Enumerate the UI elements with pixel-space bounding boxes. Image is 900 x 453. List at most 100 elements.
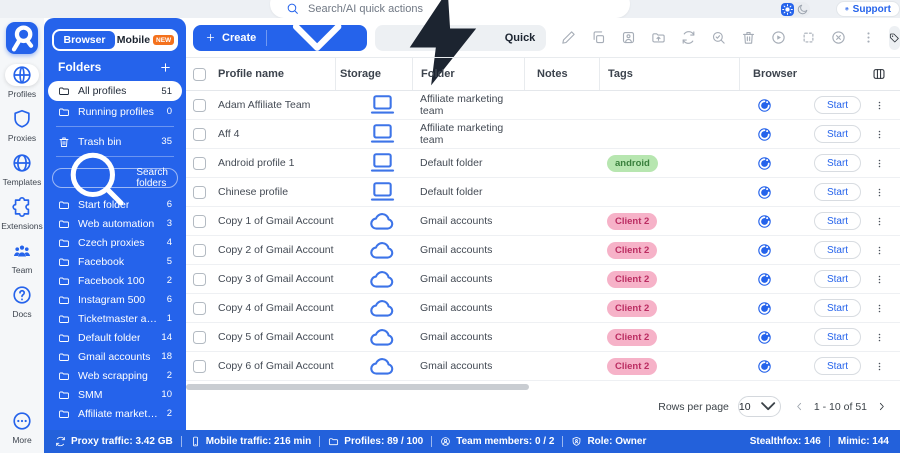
create-button[interactable]: Create bbox=[193, 25, 367, 51]
play-circle-icon[interactable] bbox=[771, 30, 786, 45]
quick-button[interactable]: Quick bbox=[375, 25, 546, 51]
kebab-icon[interactable] bbox=[861, 30, 876, 45]
folder-item[interactable]: Affiliate marketing team2 bbox=[44, 404, 186, 423]
row-checkbox[interactable] bbox=[193, 186, 206, 199]
row-menu-icon[interactable] bbox=[874, 127, 885, 142]
folder-item[interactable]: SMM10 bbox=[44, 385, 186, 404]
folder-item[interactable]: Gmail accounts18 bbox=[44, 347, 186, 366]
table-row[interactable]: Aff 4Affiliate marketing teamStart bbox=[186, 120, 900, 149]
header-storage[interactable]: Storage bbox=[335, 58, 412, 90]
row-menu-icon[interactable] bbox=[874, 272, 885, 287]
start-button[interactable]: Start bbox=[814, 96, 861, 114]
folder-item[interactable]: Web scrapping2 bbox=[44, 366, 186, 385]
copy-icon[interactable] bbox=[591, 30, 606, 45]
folder-item[interactable]: Facebook5 bbox=[44, 252, 186, 271]
refresh-icon[interactable] bbox=[681, 30, 696, 45]
row-checkbox[interactable] bbox=[193, 157, 206, 170]
start-button[interactable]: Start bbox=[814, 212, 861, 230]
row-menu-icon[interactable] bbox=[874, 330, 885, 345]
sidebar-item-more[interactable]: More bbox=[0, 410, 44, 445]
search-status-icon[interactable] bbox=[711, 30, 726, 45]
select-frame-icon[interactable] bbox=[801, 30, 816, 45]
folder-item[interactable]: Facebook 1002 bbox=[44, 271, 186, 290]
start-button[interactable]: Start bbox=[814, 328, 861, 346]
start-button[interactable]: Start bbox=[814, 241, 861, 259]
row-checkbox[interactable] bbox=[193, 331, 206, 344]
sidebar-item-templates[interactable]: Templates bbox=[0, 152, 44, 187]
header-folder[interactable]: Folder bbox=[412, 58, 524, 90]
tag-pill[interactable]: Client 2 bbox=[607, 358, 657, 375]
select-all-checkbox[interactable] bbox=[193, 68, 206, 81]
sidebar-item-docs[interactable]: Docs bbox=[0, 284, 44, 319]
tab-mobile[interactable]: Mobile NEW bbox=[115, 31, 176, 49]
next-page-icon[interactable] bbox=[876, 401, 887, 412]
table-row[interactable]: Copy 5 of Gmail AccountGmail accountsCli… bbox=[186, 323, 900, 352]
folder-move-icon[interactable] bbox=[651, 30, 666, 45]
folder-item[interactable]: Web automation3 bbox=[44, 214, 186, 233]
header-tags[interactable]: Tags bbox=[599, 58, 739, 90]
table-row[interactable]: Adam Affiliate TeamAffiliate marketing t… bbox=[186, 91, 900, 120]
app-logo[interactable] bbox=[6, 22, 38, 54]
table-row[interactable]: Android profile 1Default folderandroidSt… bbox=[186, 149, 900, 178]
tag-pill[interactable]: Client 2 bbox=[607, 242, 657, 259]
manage-tags-button[interactable] bbox=[889, 26, 900, 50]
folder-search-input[interactable]: Search folders bbox=[52, 168, 178, 188]
tag-pill[interactable]: Client 2 bbox=[607, 213, 657, 230]
theme-toggle[interactable] bbox=[780, 2, 810, 17]
row-menu-icon[interactable] bbox=[874, 359, 885, 374]
table-row[interactable]: Copy 2 of Gmail AccountGmail accountsCli… bbox=[186, 236, 900, 265]
dark-theme-button[interactable] bbox=[796, 3, 809, 16]
row-menu-icon[interactable] bbox=[874, 243, 885, 258]
row-checkbox[interactable] bbox=[193, 273, 206, 286]
start-button[interactable]: Start bbox=[814, 183, 861, 201]
row-checkbox[interactable] bbox=[193, 128, 206, 141]
table-row[interactable]: Copy 6 of Gmail AccountGmail accountsCli… bbox=[186, 352, 900, 381]
start-button[interactable]: Start bbox=[814, 125, 861, 143]
sidebar-item-team[interactable]: Team bbox=[0, 240, 44, 275]
row-checkbox[interactable] bbox=[193, 215, 206, 228]
folder-item[interactable]: Running profiles0 bbox=[44, 102, 186, 121]
rows-per-page-select[interactable]: 10 bbox=[738, 396, 781, 417]
tag-pill[interactable]: android bbox=[607, 155, 658, 172]
pencil-icon[interactable] bbox=[561, 30, 576, 45]
sidebar-item-extensions[interactable]: Extensions bbox=[0, 196, 44, 231]
prev-page-icon[interactable] bbox=[794, 401, 805, 412]
table-row[interactable]: Copy 1 of Gmail AccountGmail accountsCli… bbox=[186, 207, 900, 236]
table-row[interactable]: Chinese profileDefault folderStart bbox=[186, 178, 900, 207]
tag-pill[interactable]: Client 2 bbox=[607, 329, 657, 346]
row-menu-icon[interactable] bbox=[874, 98, 885, 113]
header-notes[interactable]: Notes bbox=[524, 58, 599, 90]
sidebar-item-proxies[interactable]: Proxies bbox=[0, 108, 44, 143]
folder-item[interactable]: Instagram 5006 bbox=[44, 290, 186, 309]
start-button[interactable]: Start bbox=[814, 154, 861, 172]
light-theme-button[interactable] bbox=[781, 3, 794, 16]
row-menu-icon[interactable] bbox=[874, 185, 885, 200]
add-folder-icon[interactable] bbox=[159, 61, 172, 74]
row-menu-icon[interactable] bbox=[874, 156, 885, 171]
folder-item[interactable]: Start folder6 bbox=[44, 195, 186, 214]
row-checkbox[interactable] bbox=[193, 360, 206, 373]
trash-icon[interactable] bbox=[741, 30, 756, 45]
start-button[interactable]: Start bbox=[814, 270, 861, 288]
header-profile-name[interactable]: Profile name bbox=[216, 58, 335, 90]
x-circle-icon[interactable] bbox=[831, 30, 846, 45]
row-checkbox[interactable] bbox=[193, 302, 206, 315]
table-row[interactable]: Copy 4 of Gmail AccountGmail accountsCli… bbox=[186, 294, 900, 323]
table-row[interactable]: Copy 3 of Gmail AccountGmail accountsCli… bbox=[186, 265, 900, 294]
folder-item[interactable]: Default folder14 bbox=[44, 328, 186, 347]
sidebar-item-profiles[interactable]: Profiles bbox=[0, 64, 44, 99]
row-checkbox[interactable] bbox=[193, 244, 206, 257]
support-button[interactable]: Support bbox=[836, 1, 900, 17]
folder-item[interactable]: Czech proxies4 bbox=[44, 233, 186, 252]
column-settings-icon[interactable] bbox=[872, 67, 886, 81]
row-menu-icon[interactable] bbox=[874, 214, 885, 229]
row-checkbox[interactable] bbox=[193, 99, 206, 112]
start-button[interactable]: Start bbox=[814, 357, 861, 375]
tag-pill[interactable]: Client 2 bbox=[607, 271, 657, 288]
tab-browser[interactable]: Browser bbox=[54, 31, 115, 49]
copy-profile-icon[interactable] bbox=[621, 30, 636, 45]
folder-item[interactable]: Ticketmaster accounts1 bbox=[44, 309, 186, 328]
tag-pill[interactable]: Client 2 bbox=[607, 300, 657, 317]
start-button[interactable]: Start bbox=[814, 299, 861, 317]
row-menu-icon[interactable] bbox=[874, 301, 885, 316]
